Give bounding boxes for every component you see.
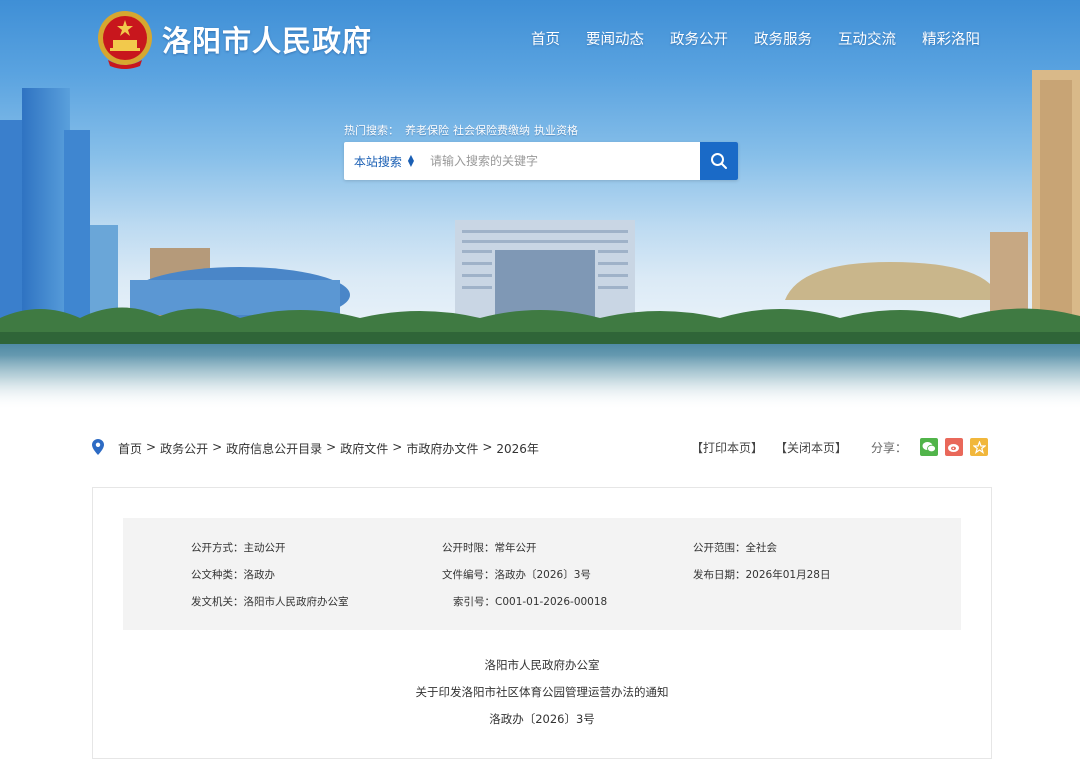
breadcrumb-separator: > xyxy=(392,440,403,454)
document-title: 关于印发洛阳市社区体育公园管理运营办法的通知 xyxy=(415,685,669,699)
breadcrumb-separator: > xyxy=(212,440,223,454)
breadcrumb-year[interactable]: 2026年 xyxy=(496,440,539,457)
breadcrumb-gov-affairs-open[interactable]: 政务公开 xyxy=(160,440,208,457)
share-label: 分享： xyxy=(870,440,907,455)
document-card: 公开方式：主动公开 公开时限：常年公开 公开范围：全社会 公文种类：洛政办 文件… xyxy=(92,487,992,759)
document-office: 洛阳市人民政府办公室 xyxy=(484,658,600,672)
nav-interaction[interactable]: 互动交流 xyxy=(838,28,896,49)
hot-search-label: 热门搜索： xyxy=(344,124,399,137)
main-nav: 首页 要闻动态 政务公开 政务服务 互动交流 精彩洛阳 xyxy=(531,28,980,49)
search-input[interactable] xyxy=(424,142,700,180)
nav-home[interactable]: 首页 xyxy=(531,28,560,49)
favorite-star-icon[interactable] xyxy=(970,438,988,456)
hot-term-link[interactable]: 养老保险 xyxy=(405,124,449,137)
site-title[interactable]: 洛阳市人民政府 xyxy=(162,18,372,60)
hot-term-link[interactable]: 执业资格 xyxy=(534,124,578,137)
print-page-button[interactable]: 【打印本页】 xyxy=(691,439,763,456)
meta-publish-date: 发布日期：2026年01月28日 xyxy=(693,569,831,581)
search-icon xyxy=(711,153,727,169)
breadcrumb-bar: 首页 > 政务公开 > 政府信息公开目录 > 政府文件 > 市政府办文件 >2026年 【打印本页… xyxy=(92,438,988,458)
search-button[interactable] xyxy=(700,142,738,180)
close-page-button[interactable]: 【关闭本页】 xyxy=(775,439,847,456)
weibo-share-icon[interactable] xyxy=(945,438,963,456)
nav-gov-services[interactable]: 政务服务 xyxy=(754,28,812,49)
breadcrumb: 首页 > 政务公开 > 政府信息公开目录 > 政府文件 > 市政府办文件 >2026年 xyxy=(118,440,539,457)
search-scope-label: 本站搜索 xyxy=(353,154,402,169)
national-emblem-logo[interactable] xyxy=(96,8,154,70)
meta-issuer: 发文机关：洛阳市人民政府办公室 xyxy=(191,596,349,608)
breadcrumb-home[interactable]: 首页 xyxy=(118,440,142,457)
city-skyline-illustration xyxy=(0,70,1080,410)
nav-gov-affairs-open[interactable]: 政务公开 xyxy=(670,28,728,49)
search-box: 本站搜索 ▲ ▼ xyxy=(344,142,738,180)
breadcrumb-separator: > xyxy=(146,440,157,454)
search-scope-select[interactable]: 本站搜索 ▲ ▼ xyxy=(344,142,424,180)
meta-open-scope: 公开范围：全社会 xyxy=(693,542,777,554)
nav-news[interactable]: 要闻动态 xyxy=(586,28,644,49)
breadcrumb-office-documents[interactable]: 市政府办文件 xyxy=(406,440,478,457)
document-metadata: 公开方式：主动公开 公开时限：常年公开 公开范围：全社会 公文种类：洛政办 文件… xyxy=(123,518,961,630)
hero-banner: 洛阳市人民政府 首页 要闻动态 政务公开 政务服务 互动交流 精彩洛阳 热门搜索… xyxy=(0,0,1080,410)
nav-wonderful-luoyang[interactable]: 精彩洛阳 xyxy=(922,28,980,49)
meta-doc-type: 公文种类：洛政办 xyxy=(191,569,275,581)
meta-open-period: 公开时限：常年公开 xyxy=(442,542,537,554)
wechat-share-icon[interactable] xyxy=(920,438,938,456)
breadcrumb-gov-documents[interactable]: 政府文件 xyxy=(340,440,388,457)
meta-open-method: 公开方式：主动公开 xyxy=(191,542,286,554)
hot-term-link[interactable]: 社会保险费缴纳 xyxy=(453,124,530,137)
breadcrumb-separator: > xyxy=(482,440,493,454)
location-pin-icon xyxy=(92,439,104,455)
updown-arrow-icon: ▲ ▼ xyxy=(407,153,415,168)
breadcrumb-info-directory[interactable]: 政府信息公开目录 xyxy=(226,440,322,457)
page-tools: 【打印本页】 【关闭本页】 分享： xyxy=(691,438,988,456)
document-number: 洛政办〔2026〕3号 xyxy=(489,712,595,726)
meta-index-number: 索引号：C001-01-2026-00018 xyxy=(453,596,608,608)
meta-doc-number: 文件编号：洛政办〔2026〕3号 xyxy=(442,569,591,581)
breadcrumb-separator: > xyxy=(326,440,337,454)
hot-search: 热门搜索： 养老保险 社会保险费缴纳 执业资格 xyxy=(344,122,582,138)
